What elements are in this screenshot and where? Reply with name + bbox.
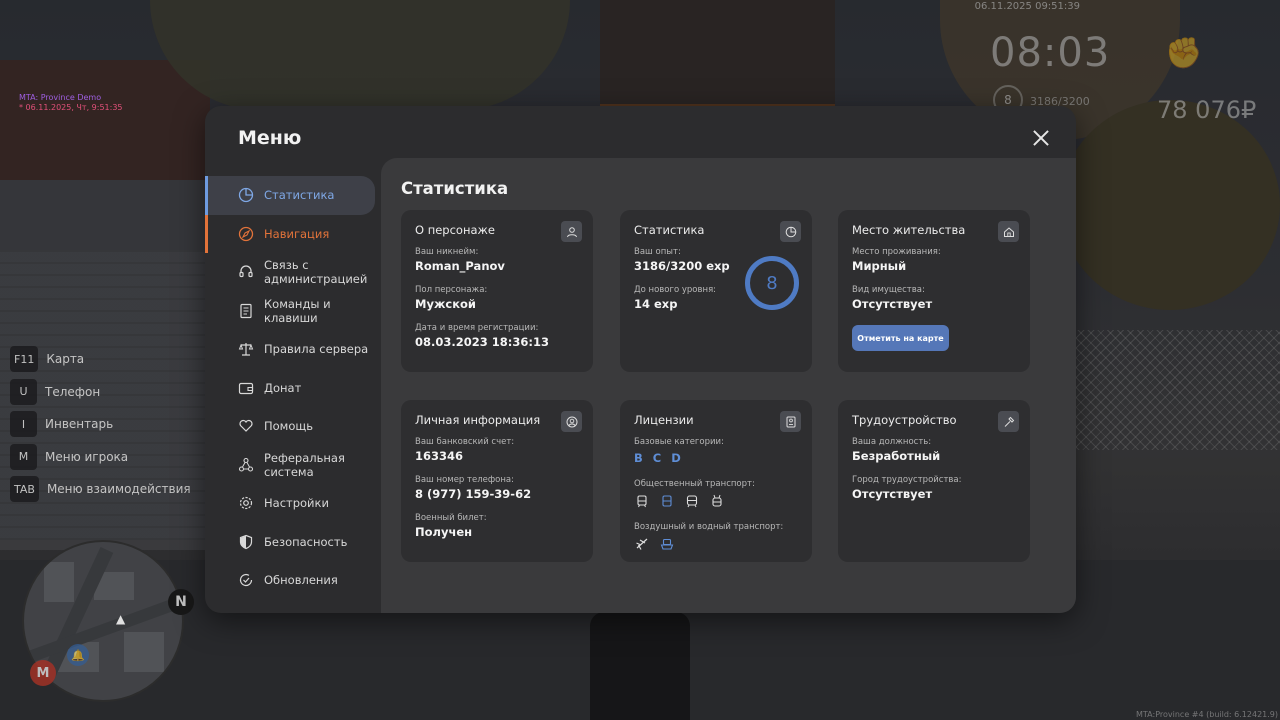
license-category: C bbox=[652, 451, 662, 465]
nav-label: Правила сервера bbox=[264, 342, 369, 357]
job-city-value: Отсутствует bbox=[852, 487, 933, 501]
gender-value: Мужской bbox=[415, 297, 476, 311]
card-title: Статистика bbox=[634, 223, 705, 237]
card-title: Трудоустройство bbox=[852, 413, 957, 427]
gear-icon bbox=[237, 495, 254, 512]
clock-chart-icon bbox=[780, 221, 801, 242]
card-title: Лицензии bbox=[634, 413, 694, 427]
nav-item-donate[interactable]: Донат bbox=[205, 369, 375, 408]
job-position-label: Ваша должность: bbox=[852, 437, 932, 447]
nav-item-contact-admin[interactable]: Связь с администрацией bbox=[205, 253, 375, 292]
nav-label: Навигация bbox=[264, 226, 330, 241]
trolleybus-icon bbox=[709, 493, 724, 508]
public-transport-icons bbox=[634, 493, 798, 508]
network-icon bbox=[237, 456, 254, 473]
military-id-value: Получен bbox=[415, 525, 473, 539]
bank-account-value: 163346 bbox=[415, 449, 464, 463]
scales-icon bbox=[237, 341, 254, 358]
registration-label: Дата и время регистрации: bbox=[415, 323, 539, 333]
nav-item-statistics[interactable]: Статистика bbox=[205, 176, 375, 215]
phone-value: 8 (977) 159-39-62 bbox=[415, 487, 532, 501]
compass-icon bbox=[237, 225, 254, 242]
heart-hand-icon bbox=[237, 418, 254, 435]
refresh-check-icon bbox=[237, 572, 254, 589]
card-residence: Место жительства Место проживания: Мирны… bbox=[838, 210, 1030, 372]
property-label: Вид имущества: bbox=[852, 285, 925, 295]
nav-label: Помощь bbox=[264, 419, 314, 434]
phone-label: Ваш номер телефона: bbox=[415, 475, 514, 485]
nav-item-commands[interactable]: Команды и клавиши bbox=[205, 292, 375, 331]
modal-title: Меню bbox=[238, 127, 302, 149]
document-icon bbox=[237, 302, 254, 319]
boat-icon bbox=[659, 536, 674, 551]
card-stats: Статистика Ваш опыт: 3186/3200 exp До но… bbox=[620, 210, 812, 372]
air-water-transport-label: Воздушный и водный транспорт: bbox=[634, 522, 784, 532]
nickname-label: Ваш никнейм: bbox=[415, 247, 479, 257]
nickname-value: Roman_Panov bbox=[415, 259, 505, 273]
air-water-transport-icons bbox=[634, 536, 798, 551]
card-title: Личная информация bbox=[415, 413, 541, 427]
nav-item-settings[interactable]: Настройки bbox=[205, 484, 375, 523]
mark-on-map-button[interactable]: Отметить на карте bbox=[852, 325, 949, 351]
nav-label: Статистика bbox=[264, 188, 335, 203]
pie-chart-icon bbox=[237, 187, 254, 204]
statistics-panel: Статистика О персонаже Ваш никнейм: Roma… bbox=[381, 158, 1076, 613]
card-personal: Личная информация Ваш банковский счет: 1… bbox=[401, 400, 593, 562]
id-card-icon bbox=[780, 411, 801, 432]
public-transport-label: Общественный транспорт: bbox=[634, 479, 755, 489]
nav-item-referral[interactable]: Реферальная система bbox=[205, 446, 375, 485]
nav-label: Донат bbox=[264, 380, 302, 395]
nav-label: Реферальная система bbox=[264, 450, 345, 479]
nav-item-navigation[interactable]: Навигация bbox=[205, 214, 375, 254]
nav-item-updates[interactable]: Обновления bbox=[205, 561, 375, 600]
card-character: О персонаже Ваш никнейм: Roman_Panov Пол… bbox=[401, 210, 593, 372]
base-categories-label: Базовые категории: bbox=[634, 437, 724, 447]
user-circle-icon bbox=[561, 411, 582, 432]
shield-icon bbox=[237, 533, 254, 550]
nav-item-help[interactable]: Помощь bbox=[205, 407, 375, 446]
license-categories: B C D bbox=[634, 451, 798, 465]
airplane-icon bbox=[634, 536, 649, 551]
military-id-label: Военный билет: bbox=[415, 513, 487, 523]
user-icon bbox=[561, 221, 582, 242]
hammer-icon bbox=[998, 411, 1019, 432]
bank-account-label: Ваш банковский счет: bbox=[415, 437, 515, 447]
nav-item-rules[interactable]: Правила сервера bbox=[205, 330, 375, 369]
card-employment: Трудоустройство Ваша должность: Безработ… bbox=[838, 400, 1030, 562]
sidebar: Статистика Навигация Связь с администрац… bbox=[205, 176, 381, 600]
card-title: Место жительства bbox=[852, 223, 966, 237]
tram-icon bbox=[634, 493, 649, 508]
nav-label: Настройки bbox=[264, 496, 329, 511]
nav-label: Связь с администрацией bbox=[264, 258, 368, 287]
nav-label: Обновления bbox=[264, 573, 338, 588]
nav-label: Безопасность bbox=[264, 534, 348, 549]
residence-place-value: Мирный bbox=[852, 259, 907, 273]
license-category: D bbox=[671, 451, 681, 465]
nav-label: Команды и клавиши bbox=[264, 296, 331, 325]
registration-value: 08.03.2023 18:36:13 bbox=[415, 335, 549, 349]
nav-item-security[interactable]: Безопасность bbox=[205, 523, 375, 562]
level-ring: 8 bbox=[745, 256, 799, 310]
wallet-icon bbox=[237, 379, 254, 396]
train-icon bbox=[684, 493, 699, 508]
menu-modal: Меню Статистика Навигация Связь с админи… bbox=[205, 106, 1076, 613]
job-city-label: Город трудоустройства: bbox=[852, 475, 962, 485]
property-value: Отсутствует bbox=[852, 297, 933, 311]
card-licenses: Лицензии Базовые категории: B C D Общест… bbox=[620, 400, 812, 562]
bus-icon bbox=[659, 493, 674, 508]
headset-icon bbox=[237, 264, 254, 281]
residence-place-label: Место проживания: bbox=[852, 247, 941, 257]
gender-label: Пол персонажа: bbox=[415, 285, 488, 295]
close-button[interactable] bbox=[1032, 129, 1050, 147]
license-category: B bbox=[634, 451, 643, 465]
content-title: Статистика bbox=[401, 179, 509, 198]
job-position-value: Безработный bbox=[852, 449, 941, 463]
home-icon bbox=[998, 221, 1019, 242]
card-title: О персонаже bbox=[415, 223, 495, 237]
